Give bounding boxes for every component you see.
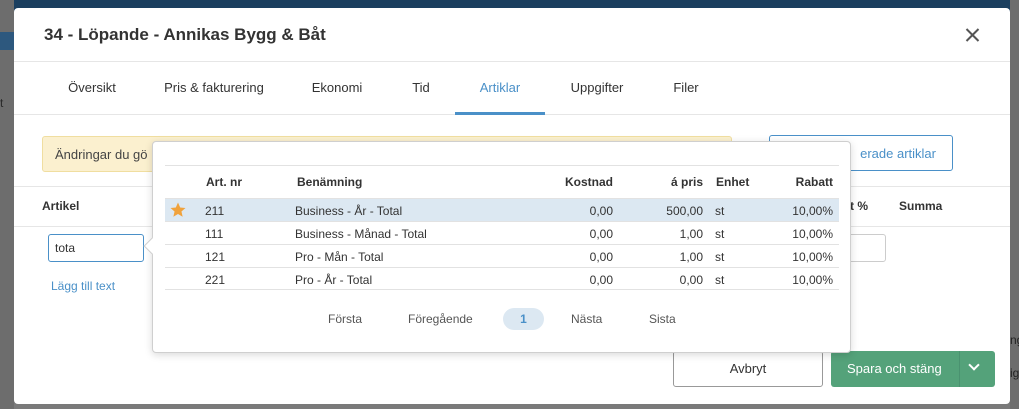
popup-col-art-nr: Art. nr [206, 175, 242, 189]
save-button-divider [959, 351, 960, 387]
modal-title: 34 - Löpande - Annikas Bygg & Båt [44, 25, 326, 44]
row-rabatt: 10,00% [792, 250, 833, 264]
pager-current-page[interactable]: 1 [503, 308, 544, 330]
row-kostnad: 0,00 [589, 250, 613, 264]
pager-previous[interactable]: Föregående [408, 312, 473, 326]
row-benamning: Pro - År - Total [295, 273, 373, 287]
row-enhet: st [715, 204, 725, 218]
row-art-nr: 211 [205, 204, 225, 218]
notice-text: Ändringar du gö [55, 147, 148, 162]
background-left-accent [0, 32, 14, 50]
save-button-label: Spara och stäng [847, 361, 942, 376]
background-right-text-1: ng [1010, 333, 1019, 347]
tab-oversikt[interactable]: Översikt [54, 63, 130, 115]
popup-col-enhet: Enhet [716, 175, 750, 189]
article-row[interactable]: 111 Business - Månad - Total 0,00 1,00 s… [165, 221, 839, 244]
background-right-text-2: ig [1010, 366, 1019, 380]
popup-col-rabatt: Rabatt [795, 175, 833, 189]
tab-ekonomi[interactable]: Ekonomi [300, 63, 374, 115]
save-and-close-button[interactable]: Spara och stäng [831, 351, 995, 387]
popup-divider [165, 165, 839, 166]
popup-col-a-pris: á pris [670, 175, 703, 189]
pager-next[interactable]: Nästa [571, 312, 602, 326]
chevron-down-icon[interactable] [968, 359, 980, 371]
modal-header: 34 - Löpande - Annikas Bygg & Båt [14, 8, 1010, 62]
artikel-search-input[interactable] [48, 234, 144, 262]
tab-uppgifter[interactable]: Uppgifter [558, 63, 636, 115]
background-left-text: t [0, 96, 4, 110]
popup-col-kostnad: Kostnad [565, 175, 613, 189]
row-benamning: Pro - Mån - Total [295, 250, 384, 264]
pager-last[interactable]: Sista [649, 312, 676, 326]
row-kostnad: 0,00 [589, 227, 613, 241]
row-rabatt: 10,00% [792, 227, 833, 241]
row-art-nr: 121 [205, 250, 226, 264]
star-icon[interactable] [169, 201, 187, 219]
row-enhet: st [715, 250, 725, 264]
pager-first[interactable]: Första [328, 312, 362, 326]
row-benamning: Business - År - Total [295, 204, 403, 218]
tab-bar: Översikt Pris & fakturering Ekonomi Tid … [14, 63, 1010, 115]
row-a-pris: 1,00 [679, 227, 703, 241]
column-artikel: Artikel [42, 199, 80, 213]
row-a-pris: 500,00 [666, 204, 703, 218]
row-rabatt: 10,00% [792, 273, 833, 287]
tab-pris-fakturering[interactable]: Pris & fakturering [154, 63, 274, 115]
row-a-pris: 0,00 [679, 273, 703, 287]
column-summa: Summa [899, 199, 943, 213]
row-enhet: st [715, 227, 725, 241]
articles-button-label: erade artiklar [860, 146, 936, 161]
article-row[interactable]: 211 Business - År - Total 0,00 500,00 st… [165, 198, 839, 221]
tab-tid[interactable]: Tid [400, 63, 442, 115]
row-benamning: Business - Månad - Total [295, 227, 427, 241]
close-icon[interactable] [960, 22, 986, 48]
row-art-nr: 221 [205, 273, 226, 287]
add-text-link[interactable]: Lägg till text [51, 279, 115, 293]
column-rabatt-pct: t % [850, 199, 868, 213]
row-kostnad: 0,00 [589, 273, 613, 287]
article-row[interactable]: 221 Pro - År - Total 0,00 0,00 st 10,00% [165, 267, 839, 290]
tab-filer[interactable]: Filer [662, 63, 710, 115]
cancel-button[interactable]: Avbryt [673, 351, 823, 387]
popup-col-benamning: Benämning [297, 175, 363, 189]
row-kostnad: 0,00 [589, 204, 613, 218]
background-left-edge [0, 0, 14, 409]
row-enhet: st [715, 273, 725, 287]
row-rabatt: 10,00% [792, 204, 833, 218]
article-search-popup: Art. nr Benämning Kostnad á pris Enhet R… [143, 141, 851, 353]
row-art-nr: 111 [205, 227, 224, 241]
tab-artiklar[interactable]: Artiklar [455, 63, 545, 115]
article-row[interactable]: 121 Pro - Mån - Total 0,00 1,00 st 10,00… [165, 244, 839, 267]
background-right-edge [1010, 0, 1019, 409]
row-a-pris: 1,00 [679, 250, 703, 264]
